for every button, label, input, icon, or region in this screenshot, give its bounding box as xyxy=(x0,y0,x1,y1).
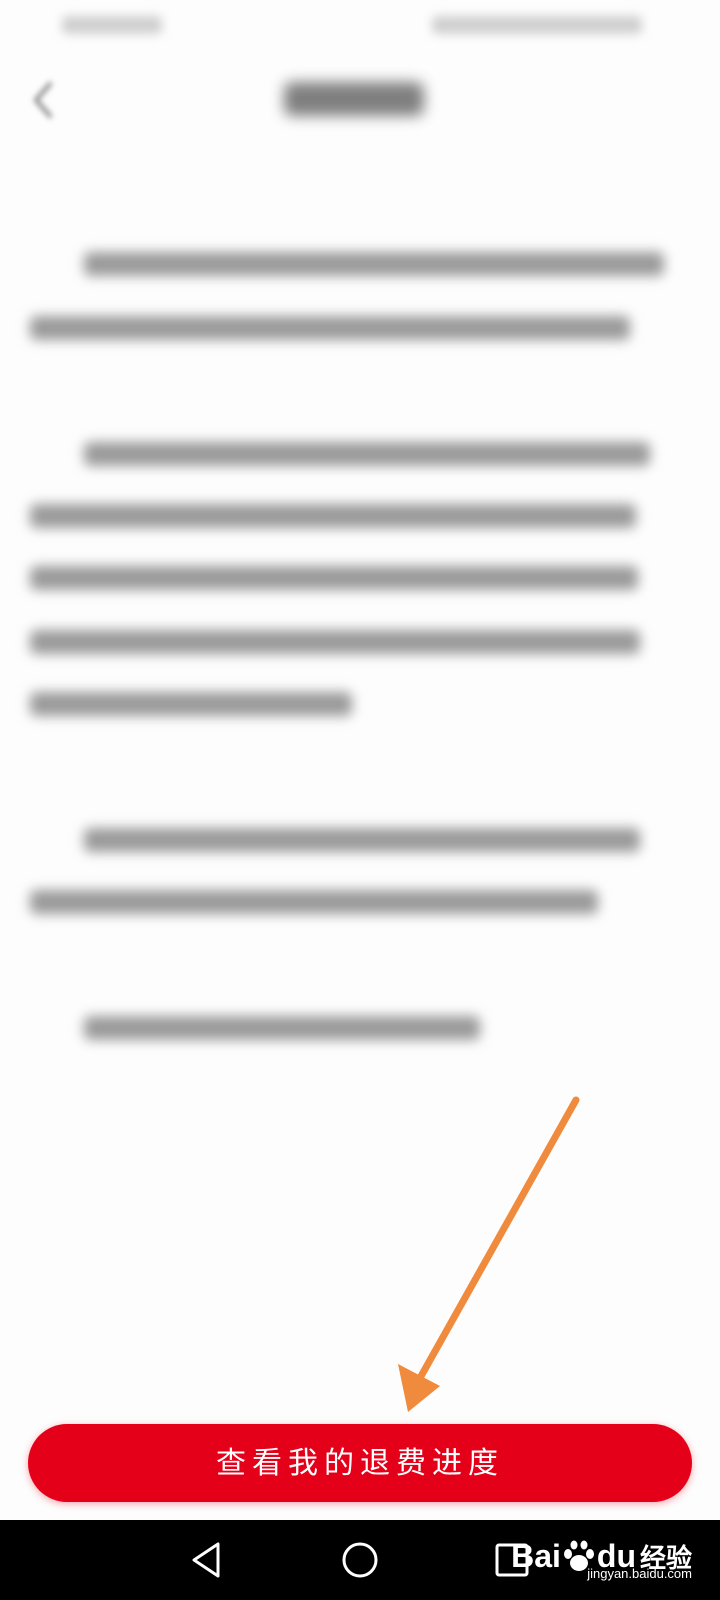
article-content xyxy=(28,232,678,292)
view-refund-progress-button[interactable]: 查看我的退费进度 xyxy=(28,1424,692,1502)
screen: 查看我的退费进度 Bai du 经验 jingyan.baidu.com xyxy=(0,0,720,1600)
circle-home-icon[interactable] xyxy=(336,1536,384,1584)
baidu-jingyan-watermark: Bai du 经验 jingyan.baidu.com xyxy=(511,1528,692,1584)
navigation-bar: Bai du 经验 jingyan.baidu.com xyxy=(0,1520,720,1600)
triangle-back-icon[interactable] xyxy=(184,1536,232,1584)
watermark-url: jingyan.baidu.com xyxy=(587,1566,692,1581)
article-blur xyxy=(0,0,720,1400)
watermark-brand: Bai xyxy=(511,1538,561,1574)
